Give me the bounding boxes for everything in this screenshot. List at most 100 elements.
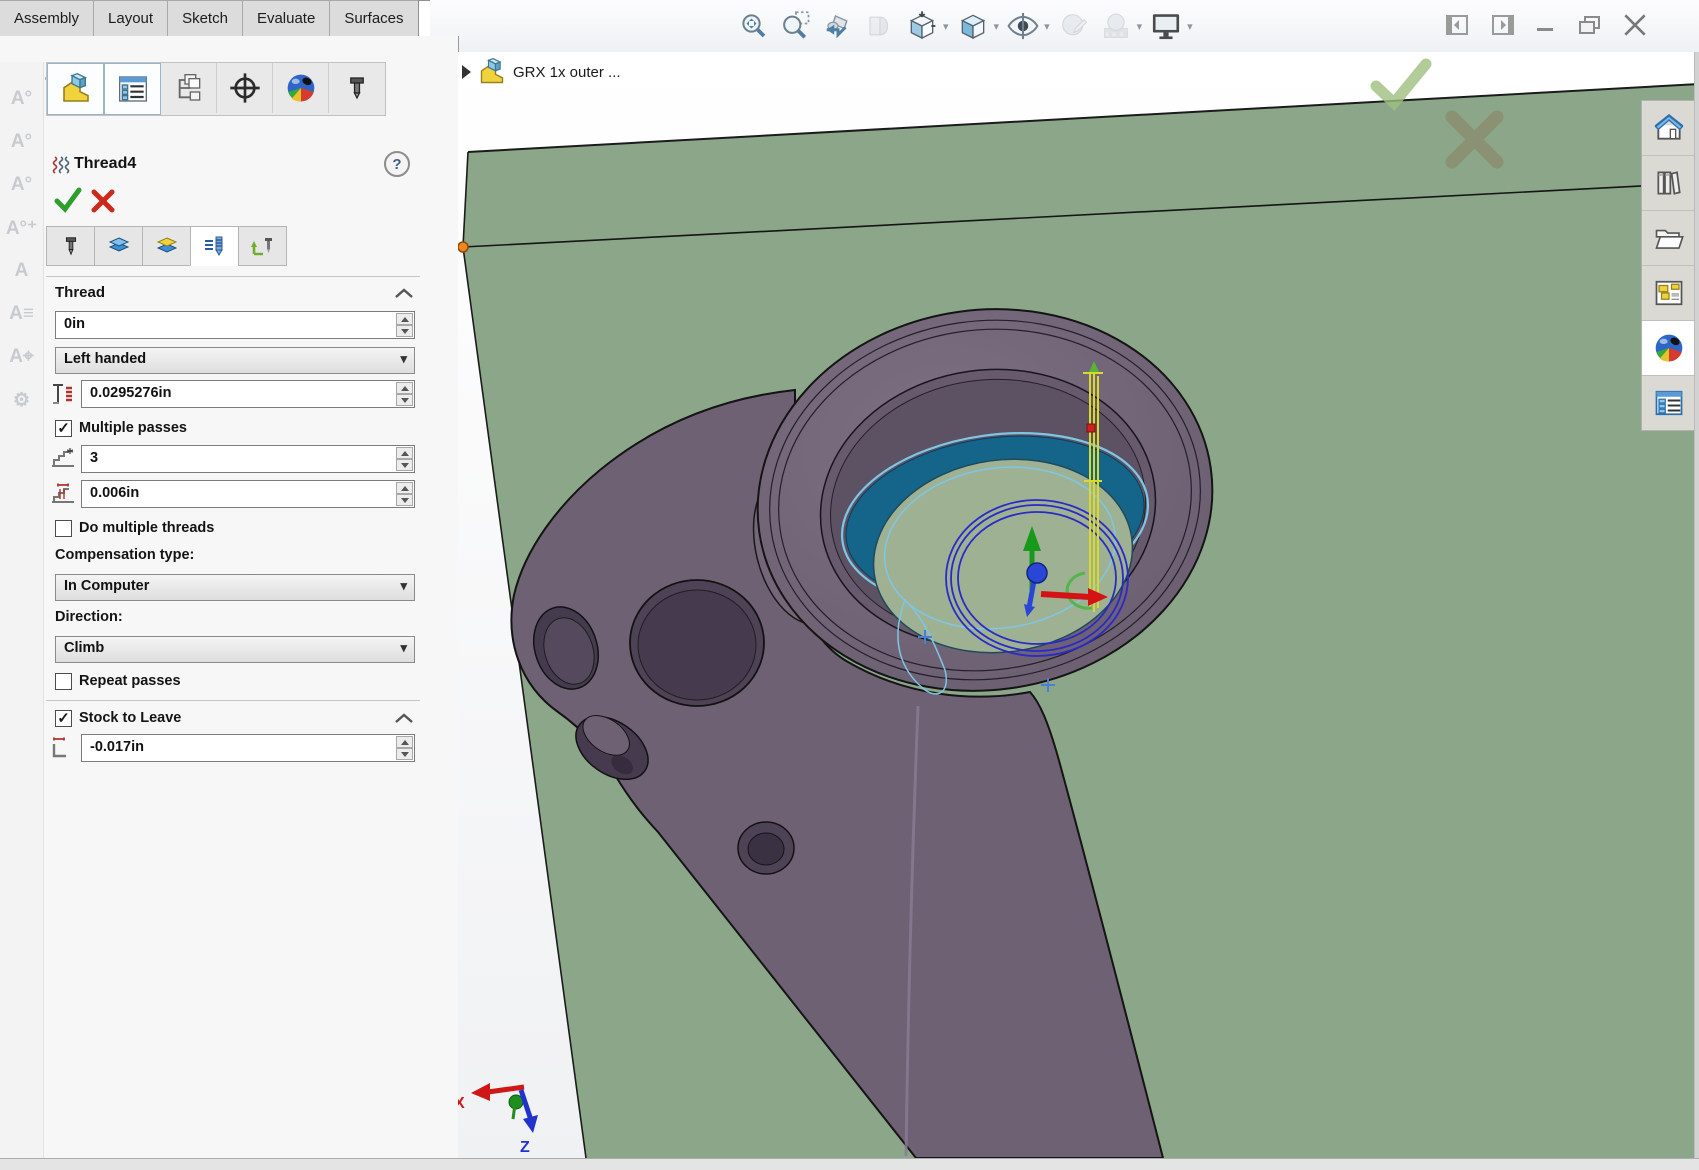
- compensation-type-select[interactable]: In Computer: [55, 574, 415, 601]
- direction-label: Direction:: [55, 609, 123, 625]
- annotation-tools-icon: ⚙: [5, 385, 39, 415]
- compensation-type-label: Compensation type:: [55, 547, 194, 563]
- feature-title: Thread4: [74, 155, 136, 173]
- multiple-passes-label: Multiple passes: [79, 420, 187, 436]
- view-settings-caret-icon[interactable]: ▾: [1187, 20, 1193, 33]
- pane-collapse-right-icon[interactable]: [1489, 13, 1515, 37]
- feature-yellow-tab[interactable]: [142, 226, 191, 266]
- leadin-tab[interactable]: [238, 226, 287, 266]
- stock-allowance-spinner[interactable]: [396, 736, 413, 760]
- direction-select[interactable]: Climb: [55, 636, 415, 663]
- annotation-stacked-icon: A°⁺: [5, 213, 39, 243]
- pass-spacing-input[interactable]: 0.006in: [81, 480, 415, 508]
- stock-to-leave-checkbox[interactable]: [55, 710, 72, 727]
- headsup-toolbar: ▾ ▾ ▾ ▾ ▾: [735, 7, 1194, 45]
- custom-properties-tab[interactable]: [1642, 376, 1695, 430]
- stock-allowance-icon: [50, 736, 76, 760]
- ok-button[interactable]: [53, 186, 83, 214]
- design-library-tab[interactable]: [1642, 156, 1695, 211]
- view-orientation-caret-icon[interactable]: ▾: [943, 20, 949, 33]
- zoom-area-icon[interactable]: [777, 8, 815, 44]
- minimize-icon[interactable]: [1533, 13, 1559, 37]
- annotation-clipboard-icon: A≡: [5, 299, 39, 329]
- thread-hand-select[interactable]: Left handed: [55, 347, 415, 374]
- thread-feature-icon: [52, 155, 70, 175]
- previous-view-icon[interactable]: [819, 8, 857, 44]
- mill-tool-button[interactable]: [329, 63, 384, 113]
- origin-target-button[interactable]: [217, 63, 273, 113]
- repeat-passes-checkbox[interactable]: [55, 673, 72, 690]
- collapse-thread-chevron-icon[interactable]: [394, 287, 414, 299]
- view-settings-icon[interactable]: [1147, 8, 1185, 44]
- pass-spacing-spinner[interactable]: [396, 482, 413, 506]
- view-orientation-icon[interactable]: [903, 8, 941, 44]
- svg-text:Z: Z: [520, 1139, 530, 1156]
- operation-tree-button[interactable]: [161, 63, 217, 113]
- tab-surfaces[interactable]: Surfaces: [329, 0, 418, 36]
- appearance-sphere-button[interactable]: [273, 63, 329, 113]
- breadcrumb-label: GRX 1x outer ...: [513, 64, 621, 81]
- display-style-caret-icon[interactable]: ▾: [994, 20, 1000, 33]
- num-passes-input[interactable]: 3: [81, 445, 415, 473]
- feature-list-button[interactable]: [104, 63, 161, 115]
- close-icon[interactable]: [1621, 12, 1649, 38]
- property-manager-panel: A° A° A° A°⁺ A A≡ A⌖ ⚙: [0, 36, 459, 1158]
- thread-group-label: Thread: [55, 284, 105, 301]
- edit-appearance-icon[interactable]: [1055, 8, 1093, 44]
- appearances-scenes-tab[interactable]: [1642, 321, 1695, 376]
- repeat-passes-label: Repeat passes: [79, 673, 181, 689]
- hide-show-items-icon[interactable]: [1004, 8, 1042, 44]
- selected-vertex-marker: [458, 242, 468, 252]
- stock-to-leave-label: Stock to Leave: [79, 710, 181, 726]
- apply-scene-caret-icon[interactable]: ▾: [1137, 20, 1143, 33]
- help-button[interactable]: ?: [384, 151, 410, 177]
- display-style-icon[interactable]: [954, 8, 992, 44]
- thread-offset-input[interactable]: 0in: [55, 311, 415, 339]
- top-strip: ▾ ▾ ▾ ▾ ▾: [430, 0, 1699, 52]
- part-model-button[interactable]: [47, 63, 104, 115]
- operation-tab-strip: [47, 226, 287, 266]
- graphics-viewport[interactable]: X Z: [458, 52, 1699, 1158]
- pass-spacing-icon: [50, 482, 76, 506]
- menu-bar: Assembly Layout Sketch Evaluate Surfaces…: [0, 0, 430, 37]
- tab-layout[interactable]: Layout: [93, 0, 168, 36]
- restore-icon[interactable]: [1577, 13, 1603, 37]
- part-file-icon: [477, 58, 507, 86]
- hide-show-caret-icon[interactable]: ▾: [1044, 20, 1050, 33]
- pane-collapse-left-icon[interactable]: [1445, 13, 1471, 37]
- collapse-stock-chevron-icon[interactable]: [394, 712, 414, 724]
- expand-arrow-icon[interactable]: [462, 65, 471, 79]
- file-explorer-tab[interactable]: [1642, 211, 1695, 266]
- tab-assembly[interactable]: Assembly: [0, 0, 94, 36]
- task-pane-tabs: [1641, 100, 1696, 431]
- do-multiple-threads-checkbox[interactable]: [55, 520, 72, 537]
- feature-blue-tab[interactable]: [94, 226, 143, 266]
- solidworks-cam-window: Assembly Layout Sketch Evaluate Surfaces…: [0, 0, 1699, 1170]
- stock-allowance-input[interactable]: -0.017in: [81, 734, 415, 762]
- num-passes-spinner[interactable]: [396, 447, 413, 471]
- thread-offset-spinner[interactable]: [396, 313, 413, 337]
- view-palette-tab[interactable]: [1642, 266, 1695, 321]
- status-bar: [0, 1158, 1699, 1170]
- annotation-gear-icon: A°: [5, 84, 39, 114]
- cancel-button[interactable]: [90, 188, 116, 214]
- annotation-balloon-icon: A°: [5, 170, 39, 200]
- resources-home-tab[interactable]: [1642, 101, 1695, 156]
- tab-sketch[interactable]: Sketch: [167, 0, 243, 36]
- window-controls: [1445, 12, 1649, 38]
- cam-command-toolbar: [46, 62, 386, 116]
- feature-breadcrumb[interactable]: GRX 1x outer ...: [462, 56, 621, 88]
- multiple-passes-checkbox[interactable]: [55, 420, 72, 437]
- section-view-icon[interactable]: [861, 8, 899, 44]
- thread-pitch-spinner[interactable]: [396, 382, 413, 406]
- zoom-fit-icon[interactable]: [735, 8, 773, 44]
- thread-tab[interactable]: [190, 226, 239, 266]
- tool-tab[interactable]: [46, 226, 95, 266]
- num-passes-icon: [50, 446, 76, 470]
- tab-evaluate[interactable]: Evaluate: [242, 0, 330, 36]
- divider: [46, 276, 420, 277]
- window-edge-strip: [1694, 52, 1699, 1158]
- annotation-note-icon: A°: [5, 127, 39, 157]
- thread-pitch-input[interactable]: 0.0295276in: [81, 380, 415, 408]
- apply-scene-icon[interactable]: [1097, 8, 1135, 44]
